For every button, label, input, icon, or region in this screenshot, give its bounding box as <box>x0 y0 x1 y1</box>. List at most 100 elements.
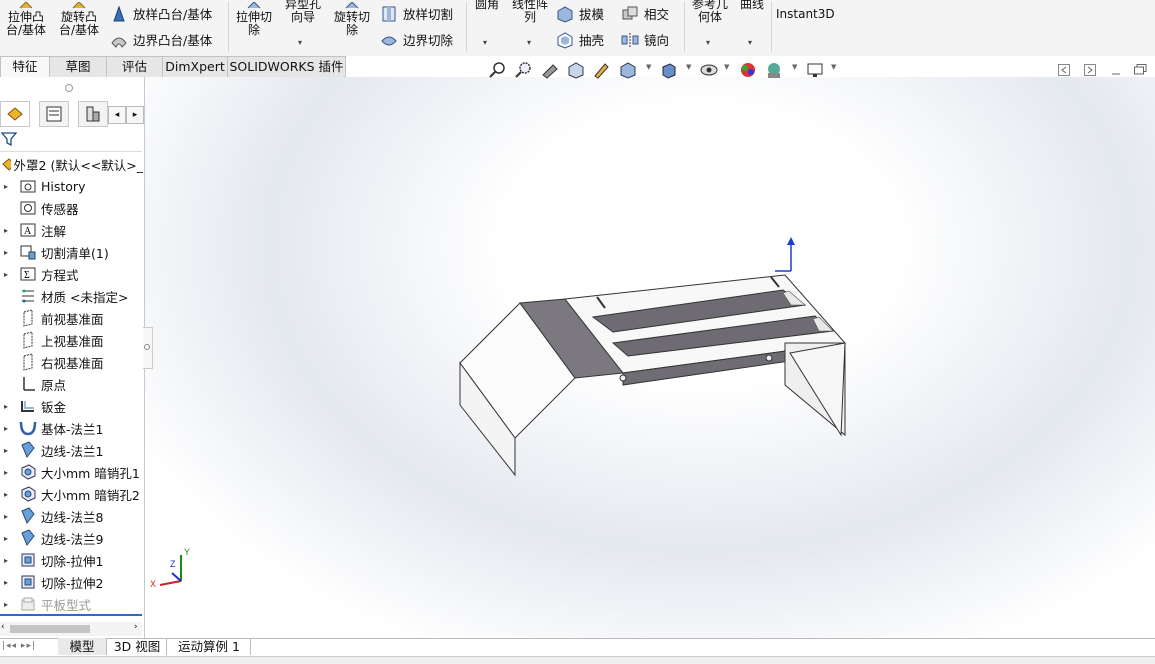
filter-icon[interactable] <box>1 131 17 147</box>
expand-arrow-icon[interactable]: ▸ <box>1 446 11 455</box>
tree-item[interactable]: 上视基准面 <box>0 329 143 351</box>
tree-item[interactable]: ▸ 大小mm 暗销孔1 <box>0 461 143 483</box>
tree-item[interactable]: ▸ 切除-拉伸2 <box>0 571 143 593</box>
tree-item[interactable]: 前视基准面 <box>0 307 143 329</box>
tree-item[interactable]: 右视基准面 <box>0 351 143 373</box>
tab-model[interactable]: 模型 <box>58 638 107 655</box>
tree-item[interactable]: ▸ 钣金 <box>0 395 143 417</box>
reference-geometry-button[interactable]: 参考几 何体 <box>688 0 732 24</box>
maximize-icon[interactable] <box>1134 64 1148 76</box>
tree-item[interactable]: 原点 <box>0 373 143 395</box>
tab-motion-study[interactable]: 运动算例 1 <box>168 638 251 655</box>
zoom-to-area-icon[interactable] <box>515 61 533 79</box>
revolve-boss-button[interactable]: 旋转凸 台/基体 <box>55 0 103 37</box>
tree-item[interactable]: ▸ A 注解 <box>0 219 143 241</box>
view-orientation-dropdown[interactable]: ▼ <box>646 63 651 71</box>
expand-arrow-icon[interactable]: ▸ <box>1 248 11 257</box>
linear-pattern-dropdown[interactable]: ▾ <box>527 38 531 47</box>
tree-item[interactable]: ▸ 大小mm 暗销孔2 <box>0 483 143 505</box>
instant3d-button[interactable]: Instant3D <box>776 8 835 21</box>
boundary-boss-button[interactable]: 边界凸台/基体 <box>110 30 212 49</box>
extrude-cut-button[interactable]: 拉伸切 除 <box>232 0 276 37</box>
hole-wizard-button[interactable]: 异型孔 向导 <box>280 0 326 24</box>
draft-button[interactable]: 拔模 <box>556 4 604 23</box>
expand-arrow-icon[interactable]: ▸ <box>1 182 11 191</box>
intersect-button[interactable]: 相交 <box>621 4 669 23</box>
tab-configuration-manager[interactable] <box>78 101 108 127</box>
hide-show-items-dropdown[interactable]: ▼ <box>724 63 729 71</box>
panel-horizontal-scrollbar[interactable]: ‹ › <box>0 622 142 636</box>
tree-root-part[interactable]: 外罩2 (默认<<默认>_ <box>0 153 143 175</box>
tab-feature-manager[interactable] <box>0 101 30 127</box>
hide-show-items-icon[interactable] <box>700 61 718 79</box>
panel-scroll-left-button[interactable]: ◂ <box>108 106 126 124</box>
tree-item[interactable]: ▸ 基体-法兰1 <box>0 417 143 439</box>
tree-item[interactable]: ▸ 平板型式 <box>0 593 143 615</box>
tree-item[interactable]: 传感器 <box>0 197 143 219</box>
tree-item[interactable]: ▸ 边线-法兰8 <box>0 505 143 527</box>
section-view-icon[interactable] <box>567 61 585 79</box>
shell-button[interactable]: 抽壳 <box>556 30 604 49</box>
tab-features[interactable]: 特征 <box>0 56 50 77</box>
hole-wizard-dropdown[interactable]: ▾ <box>298 38 302 47</box>
expand-arrow-icon[interactable]: ▸ <box>1 490 11 499</box>
expand-arrow-icon[interactable]: ▸ <box>1 578 11 587</box>
curves-dropdown[interactable]: ▾ <box>748 38 752 47</box>
reference-geometry-dropdown[interactable]: ▾ <box>706 38 710 47</box>
expand-arrow-icon[interactable]: ▸ <box>1 402 11 411</box>
scroll-left-arrow[interactable]: ‹ <box>1 622 5 632</box>
linear-pattern-button[interactable]: 线性阵 列 <box>508 0 552 24</box>
display-style-icon[interactable] <box>660 61 678 79</box>
expand-arrow-icon[interactable]: ▸ <box>1 556 11 565</box>
restore-left-icon[interactable] <box>1058 64 1070 76</box>
fillet-dropdown[interactable]: ▾ <box>483 38 487 47</box>
panel-collapse-handle[interactable] <box>143 327 153 369</box>
zoom-to-fit-icon[interactable] <box>489 61 507 79</box>
tree-item[interactable]: ▸ 切割清单(1) <box>0 241 143 263</box>
expand-arrow-icon[interactable]: ▸ <box>1 468 11 477</box>
tab-dimxpert[interactable]: DimXpert <box>162 56 228 77</box>
edit-appearance-icon[interactable] <box>739 61 757 79</box>
expand-arrow-icon[interactable]: ▸ <box>1 600 11 609</box>
tree-item[interactable]: ▸ History <box>0 175 143 197</box>
dynamic-annotation-icon[interactable] <box>593 61 611 79</box>
display-style-dropdown[interactable]: ▼ <box>686 63 691 71</box>
view-orientation-icon[interactable] <box>619 61 637 79</box>
boundary-cut-button[interactable]: 边界切除 <box>380 30 453 49</box>
expand-arrow-icon[interactable]: ▸ <box>1 226 11 235</box>
tab-evaluate[interactable]: 评估 <box>106 56 163 77</box>
tab-solidworks-addins[interactable]: SOLIDWORKS 插件 <box>227 56 346 77</box>
tree-item[interactable]: ▸ 边线-法兰1 <box>0 439 143 461</box>
extrude-boss-button[interactable]: 拉伸凸 台/基体 <box>2 0 50 37</box>
tree-item[interactable]: 材质 <未指定> <box>0 285 143 307</box>
expand-arrow-icon[interactable]: ▸ <box>1 270 11 279</box>
minimize-icon[interactable] <box>1110 64 1122 76</box>
curves-button[interactable]: 曲线 <box>736 0 768 11</box>
expand-arrow-icon[interactable]: ▸ <box>1 512 11 521</box>
loft-cut-button[interactable]: 放样切割 <box>380 4 453 23</box>
tab-sketch[interactable]: 草图 <box>49 56 107 77</box>
tree-item[interactable]: ▸ Σ 方程式 <box>0 263 143 285</box>
view-settings-dropdown[interactable]: ▼ <box>831 63 836 71</box>
scroll-thumb[interactable] <box>10 625 90 633</box>
apply-scene-dropdown[interactable]: ▼ <box>792 63 797 71</box>
tab-property-manager[interactable] <box>39 101 69 127</box>
tab-3d-view[interactable]: 3D 视图 <box>108 638 167 655</box>
panel-scroll-right-button[interactable]: ▸ <box>126 106 144 124</box>
mirror-button[interactable]: 镜向 <box>621 30 669 49</box>
scroll-right-arrow[interactable]: › <box>134 622 138 632</box>
restore-right-icon[interactable] <box>1084 64 1096 76</box>
revolve-cut-button[interactable]: 旋转切 除 <box>330 0 374 37</box>
panel-splitter-handle[interactable] <box>65 84 73 92</box>
tree-item[interactable]: ▸ 切除-拉伸1 <box>0 549 143 571</box>
fillet-button[interactable]: 圆角 <box>470 0 504 11</box>
tab-scroll-arrows[interactable]: |◂◂ ▸▸| <box>2 641 36 651</box>
loft-boss-button[interactable]: 放样凸台/基体 <box>110 4 212 23</box>
previous-view-icon[interactable] <box>541 61 559 79</box>
expand-arrow-icon[interactable]: ▸ <box>1 424 11 433</box>
sheet-metal-part-model[interactable] <box>445 235 865 485</box>
apply-scene-icon[interactable] <box>765 61 783 79</box>
expand-arrow-icon[interactable]: ▸ <box>1 534 11 543</box>
view-settings-icon[interactable] <box>806 61 824 79</box>
tree-item[interactable]: ▸ 边线-法兰9 <box>0 527 143 549</box>
